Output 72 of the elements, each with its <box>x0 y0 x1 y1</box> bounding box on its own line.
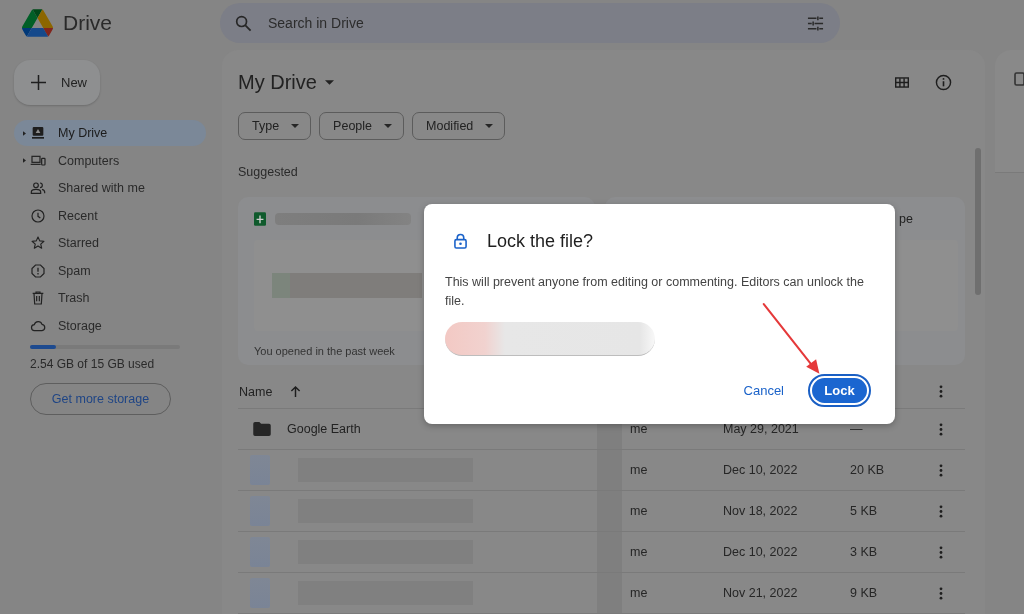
card-title: pe <box>899 212 913 226</box>
caret-icon <box>485 124 494 128</box>
owner-cell: me <box>630 422 648 436</box>
more-icon[interactable] <box>939 385 943 398</box>
nav-item[interactable]: Trash <box>14 285 206 311</box>
modified-cell-text: Nov 18, 2022 <box>723 504 799 518</box>
modified-cell-text: Nov 21, 2022 <box>723 586 799 600</box>
modified-cell-text: Dec 10, 2022 <box>723 463 799 477</box>
search-field[interactable]: Search in Drive <box>220 3 840 43</box>
size-cell-text: 5 KB <box>850 504 879 518</box>
nav-item[interactable]: Spam <box>14 257 206 284</box>
trash-icon <box>30 290 46 306</box>
blurred-field[interactable] <box>445 322 655 356</box>
file-name[interactable]: Google Earth <box>287 422 361 436</box>
nav-item[interactable]: Shared with me <box>14 175 206 201</box>
confirm-button[interactable]: Lock <box>808 374 871 407</box>
filter-chip[interactable]: People <box>319 112 405 140</box>
nav-item[interactable]: Storage <box>14 312 206 339</box>
more-icon[interactable] <box>939 504 943 518</box>
new-button[interactable]: New <box>14 60 100 105</box>
modified-cell-text: Dec 10, 2022 <box>723 545 799 559</box>
star-icon <box>30 235 46 251</box>
more-icon[interactable] <box>939 463 943 477</box>
info-icon[interactable] <box>935 73 952 91</box>
caret-icon[interactable] <box>23 158 26 163</box>
cancel-button[interactable]: Cancel <box>733 377 794 404</box>
people-icon <box>30 180 46 196</box>
size-cell-text: — <box>850 422 864 436</box>
more-icon[interactable] <box>939 545 943 559</box>
app-name: Drive <box>63 11 112 35</box>
page-title[interactable]: My Drive <box>238 70 334 94</box>
section-heading: Suggested <box>238 164 299 181</box>
spreadsheet-icon <box>254 212 266 226</box>
nav-item[interactable]: Computers <box>14 147 206 174</box>
alert-icon <box>30 262 46 279</box>
card-caption: You opened in the past week <box>254 345 396 357</box>
more-icon[interactable] <box>939 586 943 600</box>
app-logo-icon <box>22 9 53 37</box>
storage-usage: 2.54 GB of 15 GB used <box>30 356 156 371</box>
filter-sliders-icon[interactable] <box>807 14 824 32</box>
nav-item[interactable]: Recent <box>14 202 206 229</box>
size-cell-text: 3 KB <box>850 545 879 559</box>
lock-icon <box>454 233 467 249</box>
more-icon[interactable] <box>939 422 943 436</box>
search-input[interactable]: Search in Drive <box>268 10 795 36</box>
size-cell-text: 9 KB <box>850 586 879 600</box>
caret-icon[interactable] <box>23 130 26 136</box>
size-cell-text: 20 KB <box>850 463 886 477</box>
dialog-title: Lock the file? <box>487 230 594 252</box>
arrow-up-icon[interactable] <box>290 385 302 398</box>
owner-cell: me <box>630 463 648 477</box>
clock-icon <box>30 207 46 224</box>
annotation-arrow <box>762 303 820 374</box>
filter-chip[interactable]: Modified <box>412 112 506 140</box>
app-icon[interactable] <box>1014 72 1024 86</box>
owner-cell: me <box>630 545 648 559</box>
grid-icon[interactable] <box>895 76 909 88</box>
search-icon[interactable] <box>235 14 252 32</box>
caret-icon <box>291 124 300 128</box>
caret-icon <box>384 124 393 128</box>
column-header[interactable]: Name <box>238 384 597 399</box>
folder-icon <box>253 422 271 436</box>
drive-icon <box>30 125 46 141</box>
owner-cell: me <box>630 504 648 518</box>
caret-icon <box>324 79 334 85</box>
modified-cell-text: May 29, 2021 <box>723 422 800 436</box>
plus-icon <box>31 75 46 90</box>
scrollbar[interactable] <box>975 148 981 295</box>
nav-item[interactable]: Starred <box>14 230 206 256</box>
owner-cell: me <box>630 586 648 600</box>
filter-chip[interactable]: Type <box>238 112 312 140</box>
nav-item[interactable]: My Drive <box>14 120 206 146</box>
